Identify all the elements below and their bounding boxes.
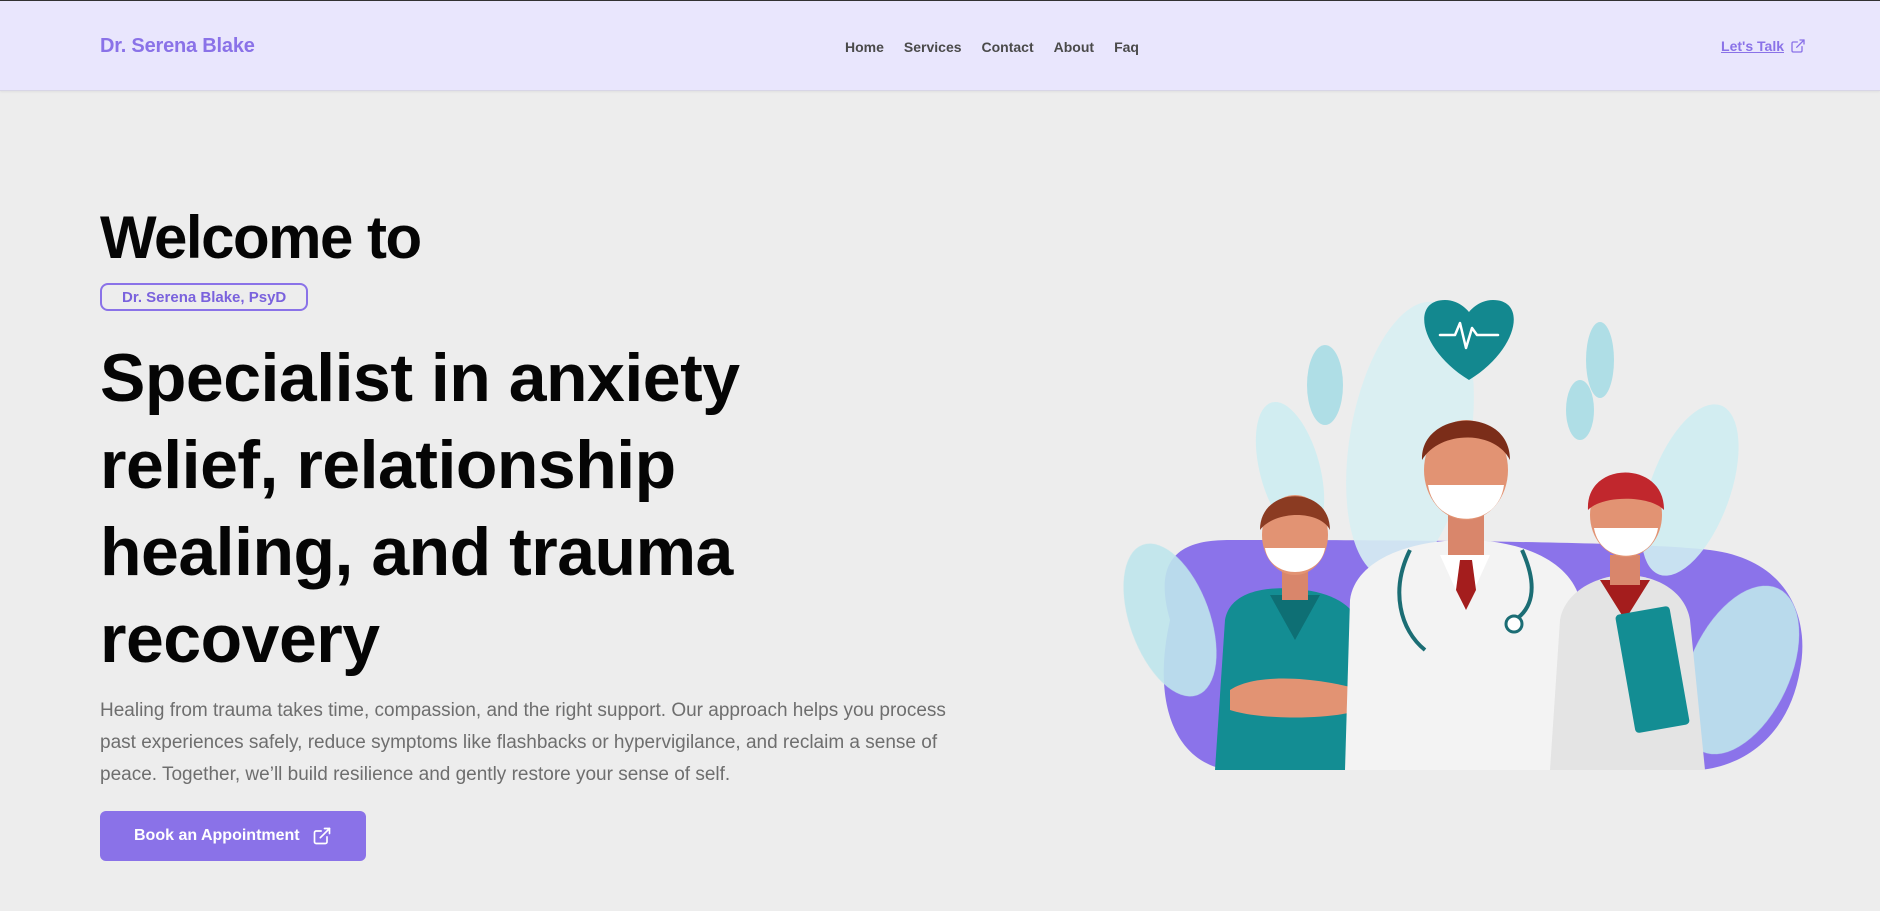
site-header: Dr. Serena Blake Home Services Contact A… [0, 1, 1880, 91]
main-nav: Home Services Contact About Faq [845, 39, 1139, 55]
lets-talk-link[interactable]: Let's Talk [1721, 38, 1806, 54]
brand-logo[interactable]: Dr. Serena Blake [100, 35, 255, 58]
doctor-badge: Dr. Serena Blake, PsyD [100, 283, 309, 311]
medical-team-illustration [1123, 300, 1803, 770]
hero-description: Healing from trauma takes time, compassi… [100, 700, 946, 785]
nav-home[interactable]: Home [845, 39, 884, 55]
nav-contact[interactable]: Contact [982, 39, 1034, 55]
hero-headline: Specialist in anxiety relief, relationsh… [100, 340, 740, 677]
lets-talk-label: Let's Talk [1721, 38, 1784, 54]
nav-about[interactable]: About [1054, 39, 1094, 55]
welcome-heading: Welcome to [100, 204, 422, 271]
nav-services[interactable]: Services [904, 39, 962, 55]
book-appointment-button[interactable]: Book an Appointment [100, 811, 366, 861]
hero-section: Welcome to Dr. Serena Blake, PsyD Specia… [100, 205, 960, 861]
external-link-icon [1791, 39, 1805, 53]
book-appointment-label: Book an Appointment [134, 827, 300, 844]
nav-faq[interactable]: Faq [1114, 39, 1139, 55]
external-link-icon [313, 827, 330, 845]
